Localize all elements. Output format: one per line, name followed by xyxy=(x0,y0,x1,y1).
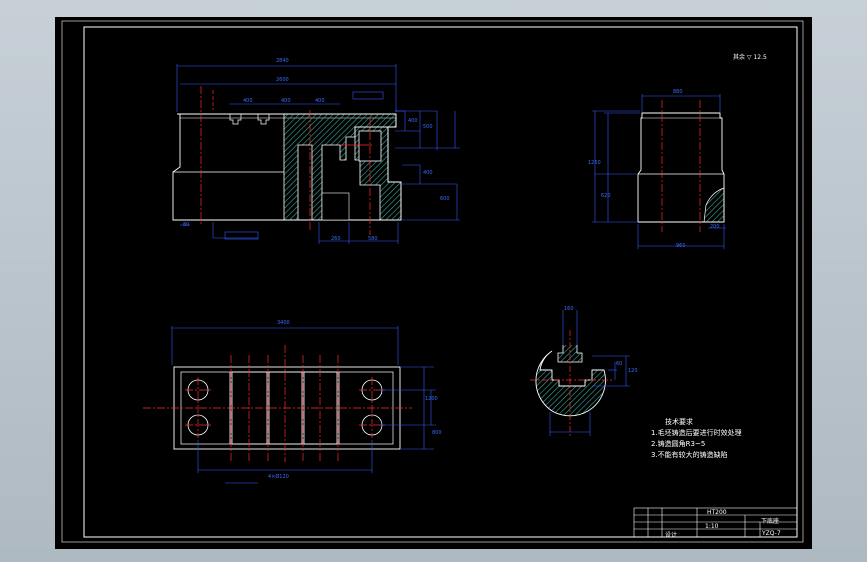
dim-front-h4: 600 xyxy=(440,196,450,202)
dim-front-left: 80 xyxy=(183,222,190,228)
dim-side-right: 200 xyxy=(710,224,720,230)
dim-front-slot3: 400 xyxy=(315,98,325,104)
dim-tslot-width: 160 xyxy=(564,306,574,312)
dim-plan-bottom: 4×Ø120 xyxy=(268,474,289,480)
technical-requirements: 技术要求 1.毛坯铸造后要进行时效处理 2.铸造圆角R3~5 3.不能有较大的铸… xyxy=(651,417,742,461)
dim-plan-total: 3400 xyxy=(277,320,290,326)
dim-side-h: 620 xyxy=(601,193,611,199)
dim-front-slot2: 400 xyxy=(281,98,291,104)
dim-tslot-h1: 60 xyxy=(616,361,623,367)
surface-roughness-note: 其余 ▽ 12.5 xyxy=(733,54,767,61)
dim-front-total: 2840 xyxy=(276,58,289,64)
material-label: HT200 xyxy=(707,509,727,516)
dim-front-h2: 500 xyxy=(423,124,433,130)
dim-plan-right2: 800 xyxy=(432,430,442,436)
sheet-outer-border xyxy=(61,20,804,543)
tech-note-item: 2.铸造圆角R3~5 xyxy=(651,440,706,448)
dim-front-slot1: 400 xyxy=(243,98,253,104)
engineering-drawing xyxy=(61,20,804,543)
dim-side-bottom: 960 xyxy=(676,243,686,249)
tech-notes-title: 技术要求 xyxy=(665,418,693,426)
dim-side-top: 880 xyxy=(673,89,683,95)
dim-plan-right1: 1200 xyxy=(425,396,438,402)
drawing-number: YZQ-7 xyxy=(762,530,781,537)
plan-view xyxy=(143,326,436,484)
dim-front-inner: 2600 xyxy=(276,77,289,83)
front-view xyxy=(172,64,460,244)
cad-viewport[interactable]: 2840 2600 400 400 400 400 500 400 600 26… xyxy=(0,0,867,562)
dim-side-total-h: 1250 xyxy=(588,160,601,166)
dim-front-h1: 400 xyxy=(408,118,418,124)
scale-label: 1:10 xyxy=(705,523,719,530)
tech-note-item: 3.不能有较大的铸造缺陷 xyxy=(651,451,728,459)
side-view xyxy=(592,94,726,249)
dim-front-h3: 400 xyxy=(423,170,433,176)
tslot-detail xyxy=(530,310,630,438)
dim-tslot-h2: 120 xyxy=(628,368,638,374)
dim-front-bottom1: 260 xyxy=(331,236,341,242)
designer-label: 设计 xyxy=(665,532,678,539)
tech-note-item: 1.毛坯铸造后要进行时效处理 xyxy=(651,429,742,437)
part-name: 下底座 xyxy=(761,518,780,525)
dim-front-bottom2: 580 xyxy=(368,236,378,242)
